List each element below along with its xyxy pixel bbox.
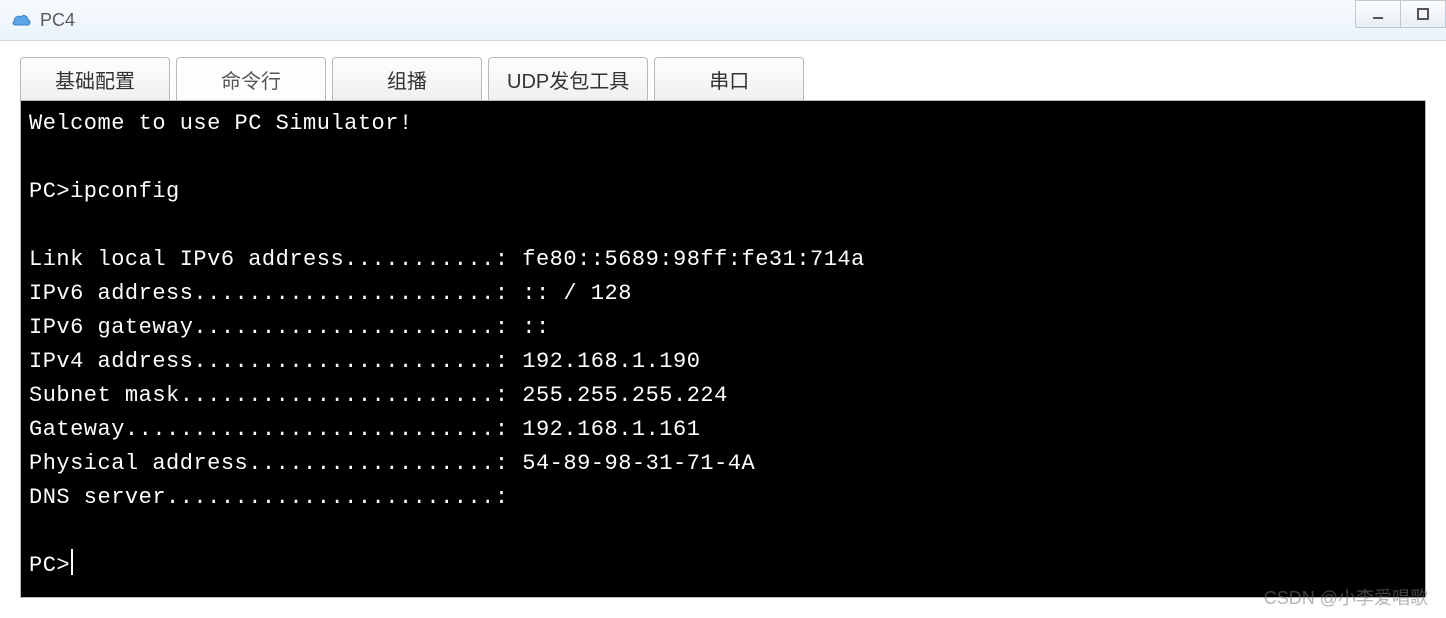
tab-label: 组播 [387, 65, 427, 94]
minimize-button[interactable] [1355, 0, 1401, 28]
line-ipv4-address: IPv4 address......................: 192.… [29, 349, 700, 374]
line-link-local-ipv6: Link local IPv6 address...........: fe80… [29, 247, 865, 272]
tab-multicast[interactable]: 组播 [332, 57, 482, 101]
tab-bar: 基础配置 命令行 组播 UDP发包工具 串口 [20, 57, 1426, 101]
titlebar: PC4 [0, 0, 1446, 41]
tab-basic-config[interactable]: 基础配置 [20, 57, 170, 101]
tab-serial[interactable]: 串口 [654, 57, 804, 101]
window-controls [1356, 0, 1446, 40]
terminal-prompt: PC> [29, 179, 70, 204]
window-title: PC4 [40, 10, 75, 31]
app-window: PC4 基础配置 命令行 组播 UDP发包工具 串口 Welcome to us… [0, 0, 1446, 618]
tab-label: UDP发包工具 [507, 65, 629, 94]
line-ipv6-address: IPv6 address......................: :: /… [29, 281, 632, 306]
maximize-button[interactable] [1400, 0, 1446, 28]
tab-udp-tool[interactable]: UDP发包工具 [488, 57, 648, 101]
line-ipv6-gateway: IPv6 gateway......................: :: [29, 315, 550, 340]
line-dns-server: DNS server........................: [29, 485, 509, 510]
line-subnet-mask: Subnet mask.......................: 255.… [29, 383, 728, 408]
terminal-command: ipconfig [70, 179, 180, 204]
terminal-prompt: PC> [29, 553, 70, 578]
cursor-icon [71, 549, 73, 575]
tab-label: 命令行 [221, 65, 281, 94]
line-physical-address: Physical address..................: 54-8… [29, 451, 755, 476]
app-icon [8, 8, 32, 32]
tab-label: 基础配置 [55, 65, 135, 94]
content-area: 基础配置 命令行 组播 UDP发包工具 串口 Welcome to use PC… [0, 41, 1446, 598]
tab-command-line[interactable]: 命令行 [176, 57, 326, 101]
terminal-welcome: Welcome to use PC Simulator! [29, 111, 413, 136]
line-gateway: Gateway...........................: 192.… [29, 417, 700, 442]
terminal-output[interactable]: Welcome to use PC Simulator! PC>ipconfig… [20, 100, 1426, 598]
tab-label: 串口 [709, 65, 749, 94]
